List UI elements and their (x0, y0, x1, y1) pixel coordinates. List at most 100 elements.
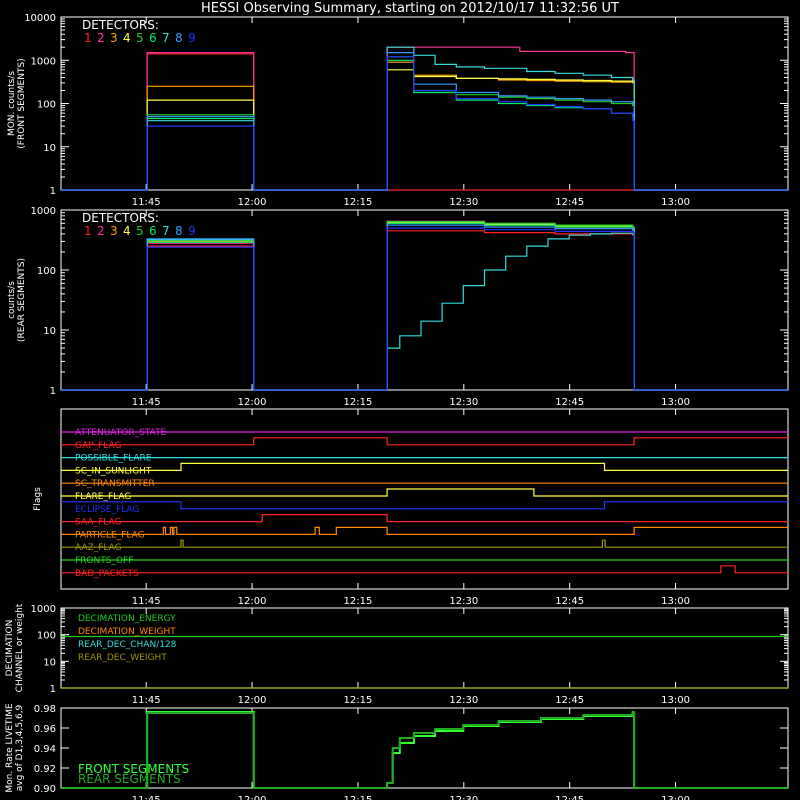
legend-entry: 4 (123, 224, 131, 238)
x-tick-label: 12:00 (238, 596, 267, 607)
legend-entry: 3 (110, 31, 118, 45)
x-tick-label: 11:45 (132, 695, 161, 706)
x-tick-label: 12:45 (555, 695, 584, 706)
x-tick-label: 12:45 (555, 197, 584, 208)
legend-entry: 7 (162, 31, 170, 45)
legend-entry: 6 (149, 31, 157, 45)
flag-label: BAD_PACKETS (75, 569, 139, 579)
legend-entry: 7 (162, 224, 170, 238)
y-tick-label: 0.90 (34, 784, 56, 795)
flag-label: SAA_FLAG (75, 518, 121, 528)
flag-line (61, 488, 788, 497)
y-tick-label: 10 (43, 657, 56, 668)
x-tick-label: 12:30 (449, 695, 478, 706)
x-tick-label: 13:00 (661, 397, 690, 408)
y-tick-label: 0.92 (34, 764, 56, 775)
legend-entry: 2 (97, 31, 105, 45)
y-tick-label: 1000 (31, 206, 56, 217)
series-line (61, 222, 788, 391)
y-tick-label: 10 (43, 143, 56, 154)
flag-label: FLARE_FLAG (75, 492, 131, 502)
x-tick-label: 12:00 (238, 695, 267, 706)
legend-entry: 9 (188, 224, 196, 238)
legend-entry: DECIMATION_WEIGHT (78, 627, 176, 637)
y-tick-label: 10000 (24, 13, 56, 24)
y-tick-label: 100 (37, 100, 56, 111)
x-tick-label: 13:00 (661, 695, 690, 706)
x-tick-label: 12:15 (344, 397, 373, 408)
decimation-panel: 11:45 12:00 12:15 12:30 12:45 13:00 1 10 100 1000… (5, 603, 789, 706)
flag-line (61, 437, 788, 446)
plot-frame (60, 16, 789, 191)
x-tick-label: 12:15 (344, 197, 373, 208)
y-axis-label: (FRONT SEGMENTS) (17, 58, 27, 148)
x-tick-label: 12:00 (238, 795, 267, 800)
series-line (61, 53, 788, 191)
x-tick-label: 11:45 (132, 197, 161, 208)
y-tick-label: 1 (50, 684, 56, 695)
y-tick-label: 100 (37, 631, 56, 642)
flags-panel: 11:45 12:00 12:15 12:30 12:45 13:00 Flags ATTEN… (33, 408, 789, 607)
x-tick-label: 11:45 (132, 795, 161, 800)
x-tick-label: 13:00 (661, 596, 690, 607)
y-tick-label: 1 (50, 186, 56, 197)
legend-entry: 2 (97, 224, 105, 238)
y-axis-label: CHANNEL or weight (15, 603, 25, 692)
y-axis-label: Flags (33, 487, 43, 511)
flag-label: GAP_FLAG (75, 441, 121, 451)
y-tick-label: 1 (50, 386, 56, 397)
y-axis-label: DECIMATION (5, 620, 15, 677)
y-tick-label: 10 (43, 326, 56, 337)
legend-title: DETECTORS: (82, 211, 159, 225)
series-line (61, 69, 788, 191)
x-tick-label: 12:00 (238, 197, 267, 208)
legend-entry: 5 (136, 31, 144, 45)
flag-label: SC_IN_SUNLIGHT (75, 466, 152, 476)
x-tick-label: 12:45 (555, 397, 584, 408)
y-tick-label: 100 (37, 266, 56, 277)
legend-entry: 1 (84, 31, 92, 45)
observing-summary-figure: HESSI Observing Summary, starting on 201… (5, 1, 789, 800)
y-axis-label: Mon. Rate LIVETIME (5, 703, 15, 793)
flag-label: PARTICLE_FLAG (75, 530, 145, 540)
plot-frame (60, 408, 789, 590)
x-tick-label: 12:45 (555, 795, 584, 800)
legend-title: DETECTORS: (82, 18, 159, 32)
series-line (61, 232, 788, 391)
x-tick-label: 12:15 (344, 795, 373, 800)
x-tick-label: 12:45 (555, 596, 584, 607)
series-line (61, 224, 788, 391)
flag-line (61, 462, 788, 471)
y-tick-label: 0.98 (34, 704, 56, 715)
x-tick-label: 12:30 (449, 596, 478, 607)
legend-entry: REAR_DEC_WEIGHT (78, 653, 167, 663)
x-tick-label: 12:30 (449, 397, 478, 408)
flag-line (61, 526, 788, 535)
legend-entry: DECIMATION_ENERGY (78, 614, 176, 624)
plot-frame (60, 209, 789, 391)
x-tick-label: 12:15 (344, 596, 373, 607)
flag-label: ECLIPSE_FLAG (75, 505, 139, 515)
flag-label: POSSIBLE_FLARE (75, 454, 152, 464)
legend-entry: 5 (136, 224, 144, 238)
x-tick-label: 13:00 (661, 197, 690, 208)
x-tick-label: 11:45 (132, 397, 161, 408)
flag-label: ATTENUATOR_STATE (75, 428, 167, 438)
legend-entry: 8 (175, 224, 183, 238)
flag-line (61, 539, 788, 548)
legend-entry: 4 (123, 31, 131, 45)
y-tick-label: 0.96 (34, 724, 56, 735)
x-tick-label: 12:15 (344, 695, 373, 706)
flag-line (61, 565, 788, 574)
flag-line (61, 501, 788, 510)
flag-line (61, 514, 788, 523)
x-tick-label: 13:00 (661, 795, 690, 800)
x-tick-label: 12:00 (238, 397, 267, 408)
front-panel: 11:45 12:00 12:15 12:30 12:45 13:00 1 10 100 1000… (7, 13, 789, 208)
legend-entry: 6 (149, 224, 157, 238)
series-line (61, 230, 788, 391)
series-line (61, 227, 788, 391)
legend-entry: 9 (188, 31, 196, 45)
x-tick-label: 12:30 (449, 795, 478, 800)
y-tick-label: 1000 (31, 56, 56, 67)
